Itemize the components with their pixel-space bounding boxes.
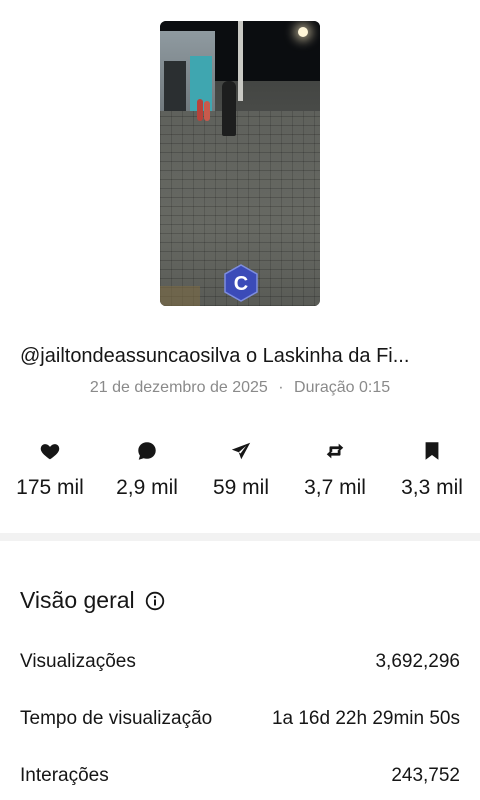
stat-comments: 2,9 mil (99, 440, 195, 500)
likes-count: 175 mil (16, 476, 84, 499)
thumbnail-child-figure (204, 101, 210, 121)
video-analytics-screen: C @jailtondeassuncaosilva o Laskinha da … (0, 0, 480, 800)
video-meta: 21 de dezembro de 2025 · Duração 0:15 (0, 379, 480, 397)
overview-title: Visão geral (20, 587, 135, 613)
engagement-stats: 175 mil 2,9 mil 59 mil 3,7 mil 3,3 mil (0, 440, 480, 510)
bookmark-icon (425, 442, 439, 460)
video-title: @jailtondeassuncaosilva o Laskinha da Fi… (20, 345, 410, 367)
views-label: Visualizações (20, 651, 136, 672)
thumbnail-grass (160, 286, 200, 306)
channel-badge-icon: C (224, 264, 258, 302)
section-divider (0, 533, 480, 541)
watch-time-label: Tempo de visualização (20, 708, 213, 729)
heart-icon (40, 444, 60, 460)
watch-time-value: 1a 16d 22h 29min 50s (271, 708, 460, 729)
comments-count: 2,9 mil (116, 476, 178, 499)
repost-icon (326, 443, 344, 459)
overview-section-title: Visão geral (20, 587, 165, 614)
thumbnail-pole (238, 21, 243, 101)
overview-row-views: Visualizações 3,692,296 (20, 651, 460, 673)
info-icon[interactable] (145, 591, 165, 611)
meta-separator: · (278, 379, 284, 396)
stat-saves: 3,3 mil (384, 440, 480, 500)
reposts-count: 3,7 mil (304, 476, 366, 499)
badge-letter: C (234, 273, 248, 295)
thumbnail-child-figure (197, 99, 203, 121)
interactions-label: Interações (20, 765, 109, 786)
stat-shares: 59 mil (193, 440, 289, 500)
views-value: 3,692,296 (375, 651, 460, 672)
interactions-value: 243,752 (391, 765, 460, 786)
saves-count: 3,3 mil (401, 476, 463, 499)
video-date: 21 de dezembro de 2025 (89, 379, 268, 396)
video-duration: Duração 0:15 (294, 379, 391, 396)
overview-row-watch-time: Tempo de visualização 1a 16d 22h 29min 5… (20, 708, 460, 730)
share-icon (231, 442, 251, 460)
video-thumbnail[interactable]: C (160, 21, 320, 306)
thumbnail-street-light (298, 27, 308, 37)
thumbnail-person-figure (222, 81, 236, 136)
stat-reposts: 3,7 mil (287, 440, 383, 500)
comment-icon (138, 442, 156, 460)
overview-row-interactions: Interações 243,752 (20, 765, 460, 787)
stat-likes: 175 mil (2, 440, 98, 500)
shares-count: 59 mil (212, 476, 270, 499)
